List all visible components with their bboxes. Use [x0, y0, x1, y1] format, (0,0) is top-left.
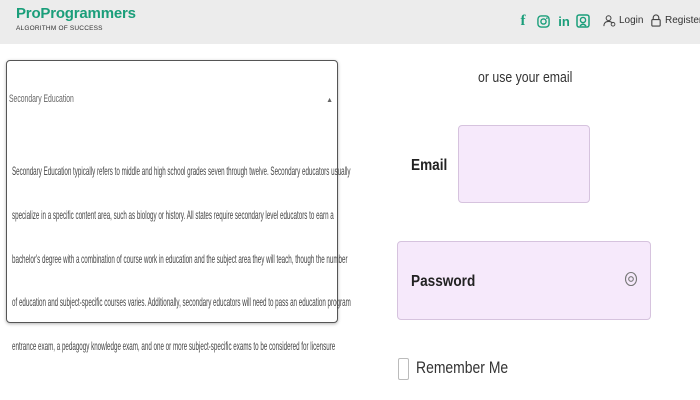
lock-icon: [651, 14, 661, 27]
email-field[interactable]: [458, 125, 590, 203]
brand-name[interactable]: ProProgrammers: [16, 5, 136, 22]
password-field[interactable]: Password: [397, 241, 651, 320]
accordion-title[interactable]: Secondary Education: [9, 93, 74, 105]
accordion-body-line: specialize in a specific content area, s…: [12, 208, 334, 222]
remember-me-label[interactable]: Remember Me: [416, 358, 508, 378]
accordion-body-line: bachelor's degree with a combination of …: [12, 252, 348, 266]
top-header: ProProgrammers ALGORITHM OF SUCCESS f in…: [0, 0, 700, 44]
register-link[interactable]: Register: [650, 14, 700, 27]
remember-me-checkbox[interactable]: [398, 358, 409, 380]
github-icon[interactable]: [576, 12, 590, 30]
accordion-body-line: entrance exam, a pedagogy knowledge exam…: [12, 339, 336, 353]
user-icon: [603, 15, 616, 27]
brand-tagline: ALGORITHM OF SUCCESS: [16, 25, 103, 32]
linkedin-icon[interactable]: in: [557, 12, 571, 30]
eye-icon[interactable]: [624, 271, 638, 292]
login-link[interactable]: Login: [603, 14, 643, 27]
or-email-heading: or use your email: [478, 69, 573, 86]
login-label: Login: [619, 15, 644, 26]
email-label: Email: [411, 157, 448, 174]
register-label: Register: [665, 15, 700, 26]
instagram-icon[interactable]: [536, 12, 550, 30]
password-label: Password: [411, 273, 476, 290]
facebook-icon[interactable]: f: [518, 12, 528, 30]
accordion-body-line: of education and subject-specific course…: [12, 295, 351, 309]
accordion-body-line: Secondary Education typically refers to …: [12, 164, 351, 178]
education-accordion: Secondary Education ▲: [6, 60, 338, 323]
caret-up-icon[interactable]: ▲: [326, 97, 333, 104]
